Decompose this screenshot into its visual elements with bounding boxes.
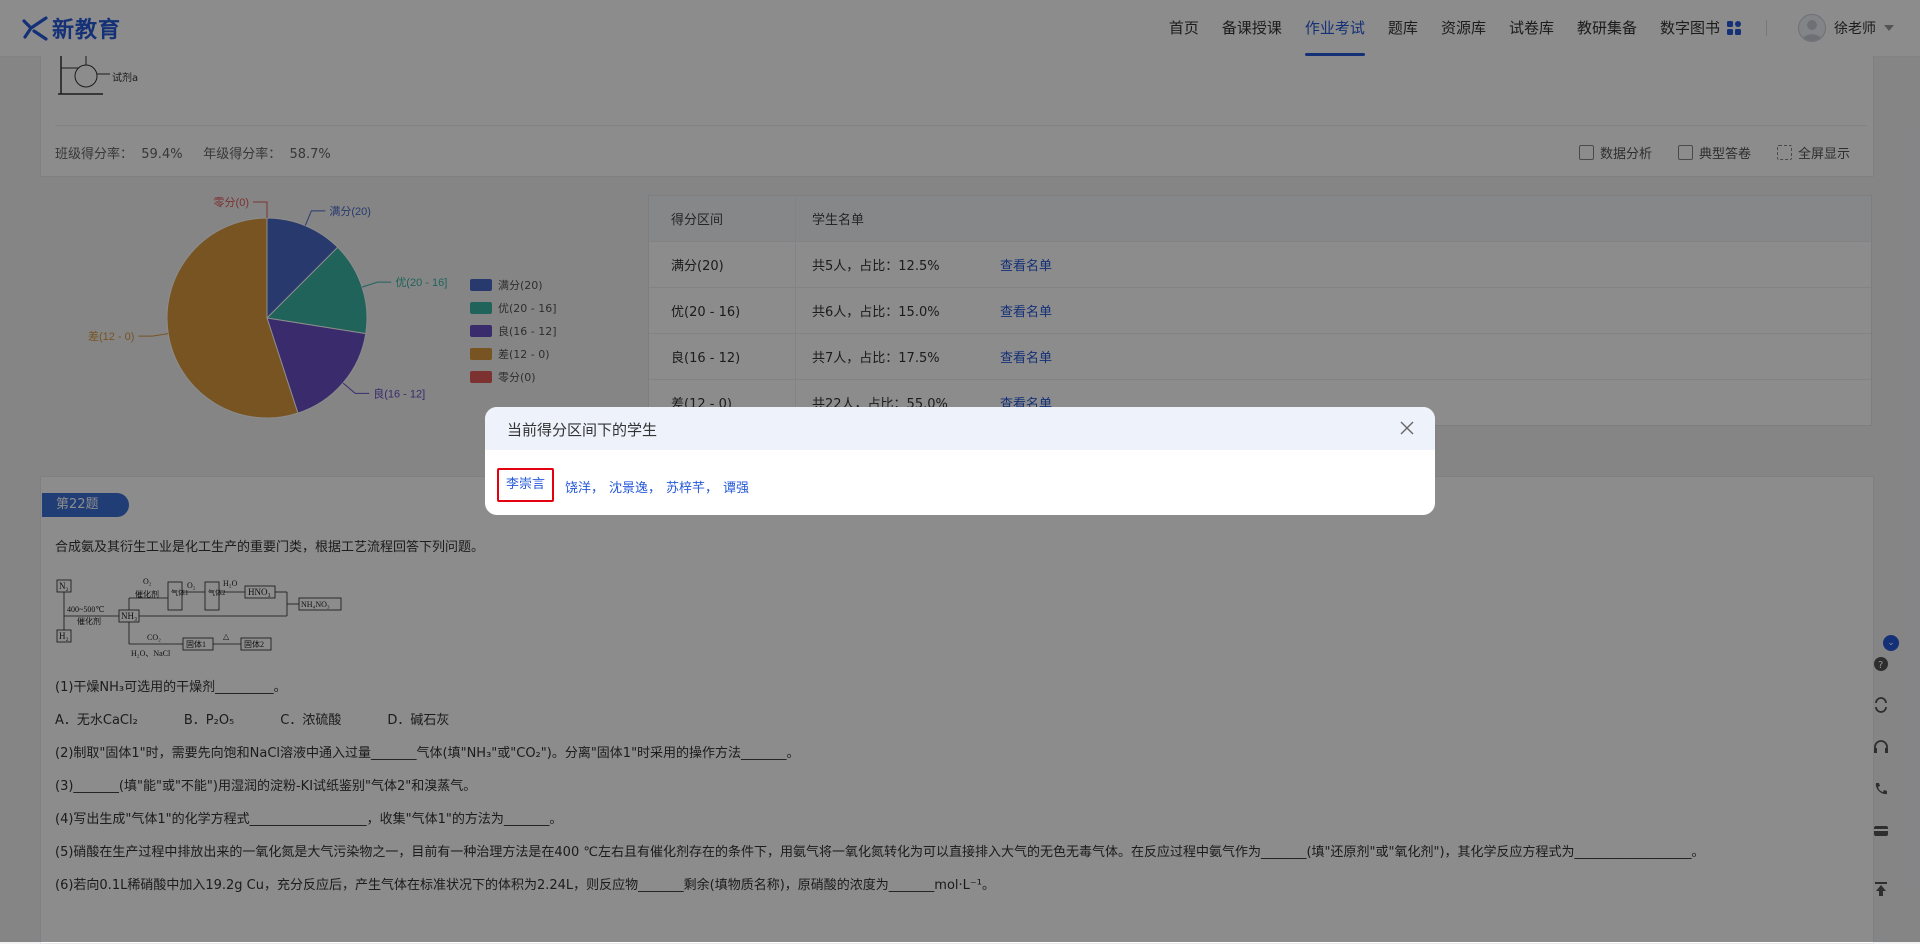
modal-body: 李崇言 饶洋， 沈景逸， 苏梓芊， 谭强 <box>485 450 1435 515</box>
student-name-link[interactable]: 饶洋， <box>565 477 604 496</box>
modal-title: 当前得分区间下的学生 <box>507 421 658 439</box>
student-name-link[interactable]: 沈景逸， <box>609 477 661 496</box>
close-icon[interactable] <box>1399 420 1415 436</box>
students-modal: 当前得分区间下的学生 李崇言 饶洋， 沈景逸， 苏梓芊， 谭强 <box>485 407 1435 515</box>
modal-header: 当前得分区间下的学生 <box>485 407 1435 450</box>
student-name-link[interactable]: 谭强 <box>723 477 749 496</box>
student-name-link[interactable]: 李崇言 <box>497 468 554 502</box>
student-name-link[interactable]: 苏梓芊， <box>666 477 718 496</box>
